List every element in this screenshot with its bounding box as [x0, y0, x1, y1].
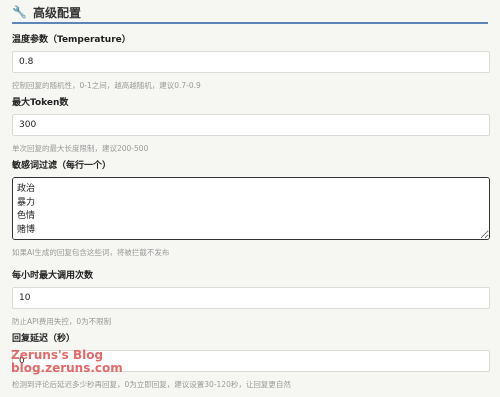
wrench-icon: 🔧	[12, 5, 27, 19]
sensitive-filter-label: 敏感词过滤（每行一个）	[12, 161, 112, 171]
sensitive-words-textarea[interactable]: 政治 暴力 色情 赌博	[12, 177, 490, 240]
temperature-help: 控制回复的随机性，0-1之间，越高越随机，建议0.7-0.9	[12, 81, 201, 90]
reply-delay-help: 检测到评论后延迟多少秒再回复，0为立即回复，建议设置30-120秒，让回复更自然	[12, 380, 291, 389]
hourly-limit-input[interactable]	[12, 287, 490, 309]
temperature-input[interactable]	[12, 51, 490, 73]
temperature-field: 温度参数（Temperature） 控制回复的随机性，0-1之间，越高越随机，建…	[12, 34, 490, 91]
hourly-limit-help: 防止API费用失控，0为不限制	[12, 317, 112, 326]
max-tokens-input[interactable]	[12, 114, 490, 136]
sensitive-filter-field: 敏感词过滤（每行一个） 政治 暴力 色情 赌博 如果AI生成的回复包含这些词，将…	[12, 160, 490, 258]
reply-delay-label: 回复延迟（秒）	[12, 334, 76, 344]
hourly-limit-label: 每小时最大调用次数	[12, 271, 94, 281]
hourly-limit-field: 每小时最大调用次数 防止API费用失控，0为不限制	[12, 270, 490, 327]
section-divider	[12, 22, 488, 24]
max-tokens-field: 最大Token数 单次回复的最大长度限制，建议200-500	[12, 97, 490, 154]
advanced-config-panel: 🔧 高级配置 温度参数（Temperature） 控制回复的随机性，0-1之间，…	[0, 0, 500, 397]
max-tokens-help: 单次回复的最大长度限制，建议200-500	[12, 144, 149, 153]
max-tokens-label: 最大Token数	[12, 98, 69, 108]
reply-delay-field: 回复延迟（秒） 检测到评论后延迟多少秒再回复，0为立即回复，建议设置30-120…	[12, 333, 490, 390]
section-header: 🔧 高级配置	[12, 3, 81, 21]
sensitive-filter-help: 如果AI生成的回复包含这些词，将被拦截不发布	[12, 248, 170, 257]
section-title: 高级配置	[32, 5, 81, 20]
temperature-label: 温度参数（Temperature）	[12, 35, 131, 45]
reply-delay-input[interactable]	[12, 350, 490, 372]
